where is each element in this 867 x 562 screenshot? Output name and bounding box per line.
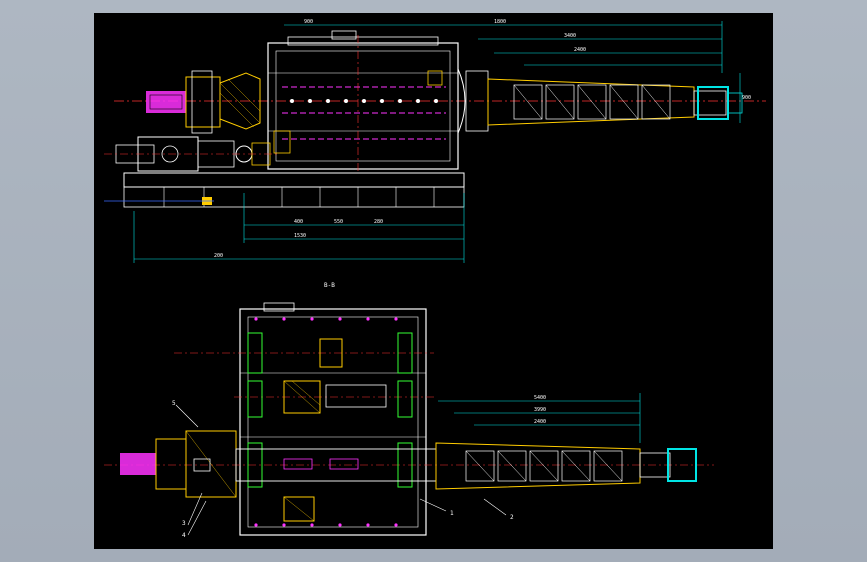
- callouts: 1 2 3 4 5: [172, 400, 514, 539]
- dim-top-7: 280: [374, 219, 383, 225]
- bottom-dimension-labels: 5400 3990 2400: [534, 395, 546, 425]
- top-base-frame: [104, 172, 465, 208]
- dim-top-2: 3400: [564, 33, 576, 39]
- top-dimensions: [133, 21, 741, 263]
- drawing-canvas: 1800 3400 2400 900 400 550 280 1530 200 …: [104, 19, 766, 539]
- callout-5: 5: [172, 400, 176, 407]
- dim-top-10: 900: [742, 95, 751, 101]
- bottom-view: 5400 3990 2400 1 2 3 4 5: [104, 302, 714, 539]
- top-motor-reducer: [104, 136, 280, 172]
- callout-4: 4: [182, 532, 186, 539]
- section-gears: [283, 338, 387, 522]
- drawing-sheet: 1800 3400 2400 900 400 550 280 1530 200 …: [94, 13, 773, 549]
- dim-top-4: 900: [304, 19, 313, 25]
- callout-2: 2: [510, 514, 514, 521]
- dim-top-5: 400: [294, 219, 303, 225]
- dim-bottom-2: 3990: [534, 407, 546, 413]
- section-screw-barrel: [435, 442, 697, 490]
- section-drive-end: [120, 430, 437, 498]
- dim-top-6: 550: [334, 219, 343, 225]
- section-bolts: [254, 317, 398, 527]
- callout-leaders: [175, 404, 507, 536]
- callout-1: 1: [450, 510, 454, 517]
- cad-viewport[interactable]: 1800 3400 2400 900 400 550 280 1530 200 …: [0, 0, 867, 562]
- dim-top-9: 200: [214, 253, 223, 259]
- section-label: B-B: [324, 282, 335, 289]
- dim-top-3: 2400: [574, 47, 586, 53]
- dim-top-1: 1800: [494, 19, 506, 25]
- top-gearbox-housing: [267, 30, 459, 173]
- dim-bottom-3: 2400: [534, 419, 546, 425]
- dim-bottom-1: 5400: [534, 395, 546, 401]
- callout-3: 3: [182, 520, 186, 527]
- top-drive-coupling: [146, 70, 261, 134]
- top-view: 1800 3400 2400 900 400 550 280 1530 200 …: [104, 19, 766, 263]
- dim-top-8: 1530: [294, 233, 306, 239]
